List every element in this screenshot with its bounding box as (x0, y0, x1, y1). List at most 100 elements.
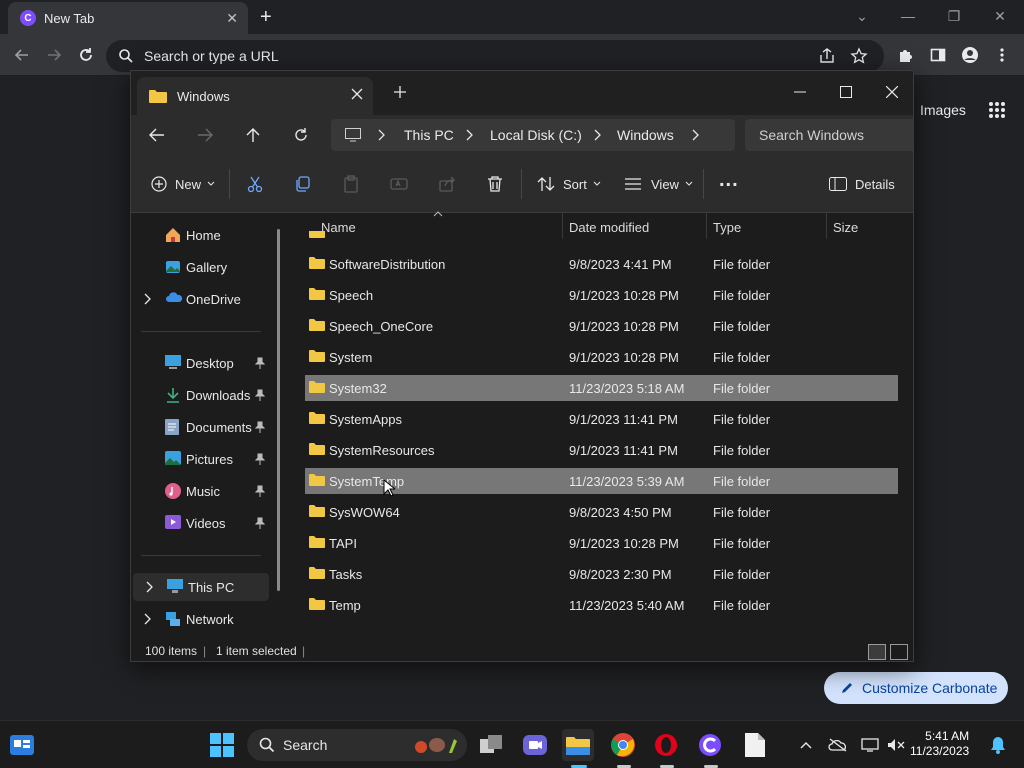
share-button[interactable] (438, 171, 456, 197)
profile-avatar-icon[interactable] (958, 43, 982, 67)
explorer-up-icon[interactable] (239, 123, 267, 147)
expand-chevron-icon[interactable] (145, 581, 153, 593)
browser-close-button[interactable]: ✕ (984, 4, 1016, 28)
onedrive-sync-off-icon[interactable] (822, 729, 854, 761)
show-hidden-icons-chevron-icon[interactable] (790, 729, 822, 761)
explorer-refresh-icon[interactable] (287, 123, 315, 147)
sidebar-scrollbar[interactable] (277, 229, 280, 591)
explorer-tab-windows[interactable]: Windows (137, 77, 373, 115)
details-pane-button[interactable]: Details (829, 171, 895, 197)
table-row[interactable]: Temp 11/23/2023 5:40 AM File folder (305, 592, 898, 618)
table-row[interactable]: System32 11/23/2023 5:18 AM File folder (305, 375, 898, 401)
notification-bell-icon[interactable] (982, 729, 1014, 761)
breadcrumb-chevron-icon[interactable] (377, 129, 385, 141)
sidebar-item-documents[interactable]: Documents (131, 413, 271, 441)
explorer-back-icon[interactable] (143, 123, 171, 147)
browser-reload-icon[interactable] (74, 43, 98, 67)
table-row[interactable]: SystemApps 9/1/2023 11:41 PM File folder (305, 406, 898, 432)
customize-carbonate-button[interactable]: Customize Carbonate (824, 672, 1008, 704)
widgets-icon[interactable] (6, 729, 38, 761)
explorer-maximize-button[interactable] (823, 77, 869, 107)
carbonate-browser-icon[interactable] (694, 729, 726, 761)
sidebar-item-label: Network (186, 612, 234, 627)
sidebar-item-this-pc[interactable]: This PC (133, 573, 269, 601)
breadcrumb-windows[interactable]: Windows (617, 127, 674, 143)
ntp-images-link[interactable]: Images (920, 102, 966, 118)
table-row[interactable]: TAPI 9/1/2023 10:28 PM File folder (305, 530, 898, 556)
apps-grid-icon[interactable] (988, 101, 1006, 119)
browser-forward-icon[interactable] (42, 43, 66, 67)
sidebar-item-desktop[interactable]: Desktop (131, 349, 271, 377)
cut-button[interactable] (246, 171, 264, 197)
pin-icon[interactable] (255, 389, 265, 401)
pin-icon[interactable] (255, 485, 265, 497)
pin-icon[interactable] (255, 517, 265, 529)
table-row[interactable]: Tasks 9/8/2023 2:30 PM File folder (305, 561, 898, 587)
breadcrumb-local-disk[interactable]: Local Disk (C:) (490, 127, 582, 143)
omnibox-input[interactable]: Search or type a URL (106, 40, 884, 72)
expand-chevron-icon[interactable] (143, 613, 151, 625)
file-explorer-taskbar-icon[interactable] (562, 729, 594, 761)
notepad-document-icon[interactable] (739, 729, 771, 761)
pin-icon[interactable] (255, 453, 265, 465)
side-panel-icon[interactable] (926, 43, 950, 67)
rename-button[interactable] (390, 171, 408, 197)
sidebar-item-videos[interactable]: Videos (131, 509, 271, 537)
table-row[interactable]: SystemResources 9/1/2023 11:41 PM File fol… (305, 437, 898, 463)
explorer-tab-close-icon[interactable] (351, 88, 363, 100)
browser-tab-close-icon[interactable]: ✕ (226, 10, 238, 27)
sidebar-item-network[interactable]: Network (131, 605, 271, 633)
breadcrumb-chevron-icon[interactable] (691, 129, 699, 141)
browser-tab-new-tab[interactable]: C New Tab ✕ (8, 2, 248, 34)
browser-back-icon[interactable] (10, 43, 34, 67)
delete-button[interactable] (486, 171, 504, 197)
paste-button[interactable] (342, 171, 360, 197)
sidebar-item-home[interactable]: Home (131, 221, 271, 249)
explorer-address-bar[interactable]: This PC Local Disk (C:) Windows (331, 119, 735, 151)
start-windows-icon[interactable] (206, 729, 238, 761)
browser-menu-kebab-icon[interactable] (990, 43, 1014, 67)
expand-chevron-icon[interactable] (143, 293, 151, 305)
view-button[interactable]: View (625, 171, 693, 197)
share-icon[interactable] (818, 47, 836, 65)
explorer-minimize-button[interactable] (777, 77, 823, 107)
explorer-new-tab-icon[interactable] (393, 85, 407, 99)
opera-icon[interactable] (650, 729, 682, 761)
explorer-forward-icon[interactable] (191, 123, 219, 147)
tab-search-chevron-icon[interactable]: ⌄ (846, 4, 878, 28)
pin-icon[interactable] (255, 357, 265, 369)
breadcrumb-chevron-icon[interactable] (593, 129, 601, 141)
browser-restore-button[interactable]: ❐ (938, 4, 970, 28)
table-row[interactable]: SysWOW64 9/8/2023 4:50 PM File folder (305, 499, 898, 525)
volume-muted-icon[interactable] (880, 729, 912, 761)
table-row[interactable]: System 9/1/2023 10:28 PM File folder (305, 344, 898, 370)
sidebar-item-onedrive[interactable]: OneDrive (131, 285, 271, 313)
breadcrumb-chevron-icon[interactable] (465, 129, 473, 141)
details-view-toggle-icon[interactable] (868, 644, 886, 660)
system-clock[interactable]: 5:41 AM 11/23/2023 (910, 729, 969, 759)
browser-minimize-button[interactable]: — (892, 4, 924, 28)
taskbar-search-box[interactable]: Search (247, 729, 467, 761)
copy-button[interactable] (294, 171, 312, 197)
teams-chat-icon[interactable] (519, 729, 551, 761)
sidebar-item-gallery[interactable]: Gallery (131, 253, 271, 281)
bookmark-star-icon[interactable] (850, 47, 868, 65)
new-button[interactable]: New (151, 171, 215, 197)
new-tab-button[interactable]: + (260, 6, 272, 29)
pin-icon[interactable] (255, 421, 265, 433)
explorer-close-button[interactable] (869, 77, 913, 107)
sidebar-item-downloads[interactable]: Downloads (131, 381, 271, 409)
explorer-search-input[interactable]: Search Windows (745, 119, 913, 151)
sidebar-item-music[interactable]: Music (131, 477, 271, 505)
large-icons-view-toggle-icon[interactable] (890, 644, 908, 660)
table-row[interactable]: Speech 9/1/2023 10:28 PM File folder (305, 282, 898, 308)
table-row[interactable]: SoftwareDistribution 9/8/2023 4:41 PM File… (305, 251, 898, 277)
chrome-icon[interactable] (607, 729, 639, 761)
table-row[interactable]: Speech_OneCore 9/1/2023 10:28 PM File fold… (305, 313, 898, 339)
sidebar-item-pictures[interactable]: Pictures (131, 445, 271, 473)
sort-button[interactable]: Sort (537, 171, 601, 197)
task-view-icon[interactable] (476, 729, 508, 761)
extensions-puzzle-icon[interactable] (894, 43, 918, 67)
see-more-button[interactable]: ... (719, 167, 739, 193)
breadcrumb-this-pc[interactable]: This PC (404, 127, 454, 143)
